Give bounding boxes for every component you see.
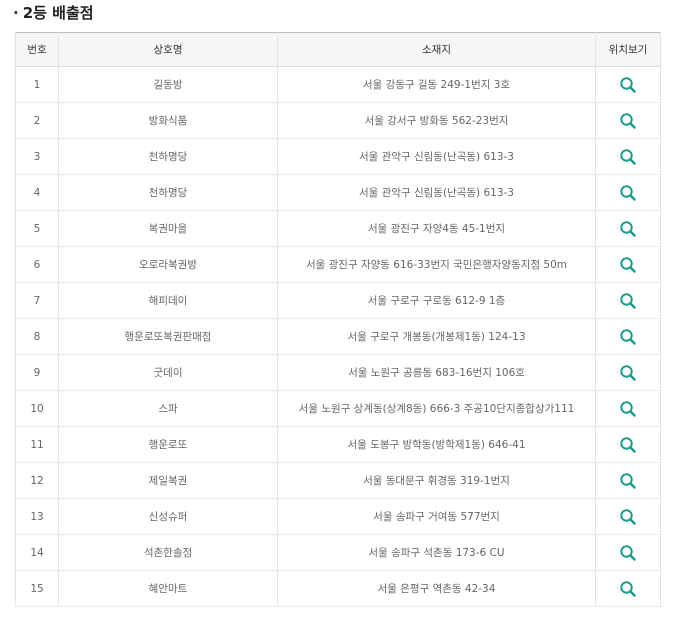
store-name: 스파 [58, 390, 278, 427]
column-header-no: 번호 [15, 32, 59, 67]
table-row: 13 신성슈퍼 서울 송파구 거여동 577번지 [15, 498, 661, 535]
row-number: 6 [15, 246, 59, 283]
search-icon[interactable] [618, 327, 638, 347]
store-name: 신성슈퍼 [58, 498, 278, 535]
search-icon[interactable] [618, 219, 638, 239]
store-name: 복권마을 [58, 210, 278, 247]
store-address: 서울 노원구 공릉동 683-16번지 106호 [277, 354, 596, 391]
column-header-name: 상호명 [58, 32, 278, 67]
store-name: 길동방 [58, 66, 278, 103]
store-address: 서울 동대문구 휘경동 319-1번지 [277, 462, 596, 499]
row-number: 3 [15, 138, 59, 175]
row-number: 2 [15, 102, 59, 139]
search-icon[interactable] [618, 399, 638, 419]
row-number: 7 [15, 282, 59, 319]
table-row: 15 혜안마트 서울 은평구 역촌동 42-34 [15, 570, 661, 607]
store-address: 서울 은평구 역촌동 42-34 [277, 570, 596, 607]
search-icon[interactable] [618, 147, 638, 167]
location-cell [595, 174, 661, 211]
table-row: 14 석촌한솔점 서울 송파구 석촌동 173-6 CU [15, 534, 661, 571]
store-name: 해피데이 [58, 282, 278, 319]
location-cell [595, 246, 661, 283]
table-row: 11 행운로또 서울 도봉구 방학동(방학제1동) 646-41 [15, 426, 661, 463]
table-row: 10 스파 서울 노원구 상계동(상계8동) 666-3 주공10단지종합상가111 [15, 390, 661, 427]
location-cell [595, 210, 661, 247]
store-address: 서울 광진구 자양4동 45-1번지 [277, 210, 596, 247]
search-icon[interactable] [618, 507, 638, 527]
row-number: 10 [15, 390, 59, 427]
store-name: 굿데이 [58, 354, 278, 391]
table-row: 6 오로라복권방 서울 광진구 자양동 616-33번지 국민은행자양동지점 50m [15, 246, 661, 283]
row-number: 15 [15, 570, 59, 607]
location-cell [595, 426, 661, 463]
row-number: 13 [15, 498, 59, 535]
store-address: 서울 구로구 구로동 612-9 1층 [277, 282, 596, 319]
row-number: 11 [15, 426, 59, 463]
search-icon[interactable] [618, 111, 638, 131]
table-row: 12 제일복권 서울 동대문구 휘경동 319-1번지 [15, 462, 661, 499]
location-cell [595, 354, 661, 391]
row-number: 5 [15, 210, 59, 247]
search-icon[interactable] [618, 183, 638, 203]
row-number: 9 [15, 354, 59, 391]
row-number: 1 [15, 66, 59, 103]
location-cell [595, 318, 661, 355]
store-name: 오로라복권방 [58, 246, 278, 283]
search-icon[interactable] [618, 75, 638, 95]
row-number: 14 [15, 534, 59, 571]
location-cell [595, 390, 661, 427]
search-icon[interactable] [618, 255, 638, 275]
store-address: 서울 광진구 자양동 616-33번지 국민은행자양동지점 50m [277, 246, 596, 283]
table-row: 4 천하명당 서울 관악구 신림동(난곡동) 613-3 [15, 174, 661, 211]
location-cell [595, 66, 661, 103]
table-header-row: 번호 상호명 소재지 위치보기 [15, 32, 661, 67]
search-icon[interactable] [618, 471, 638, 491]
location-cell [595, 282, 661, 319]
location-cell [595, 462, 661, 499]
location-cell [595, 534, 661, 571]
store-address: 서울 강서구 방화동 562-23번지 [277, 102, 596, 139]
row-number: 4 [15, 174, 59, 211]
store-name: 혜안마트 [58, 570, 278, 607]
search-icon[interactable] [618, 543, 638, 563]
store-address: 서울 구로구 개봉동(개봉제1동) 124-13 [277, 318, 596, 355]
section-title: · 2등 배출점 [13, 2, 94, 24]
location-cell [595, 498, 661, 535]
column-header-location: 위치보기 [595, 32, 661, 67]
store-address: 서울 도봉구 방학동(방학제1동) 646-41 [277, 426, 596, 463]
winner-store-table: 번호 상호명 소재지 위치보기 1 길동방 서울 강동구 길동 249-1번지 3호… [15, 32, 661, 607]
table-row: 7 해피데이 서울 구로구 구로동 612-9 1층 [15, 282, 661, 319]
table-row: 9 굿데이 서울 노원구 공릉동 683-16번지 106호 [15, 354, 661, 391]
store-address: 서울 송파구 거여동 577번지 [277, 498, 596, 535]
row-number: 8 [15, 318, 59, 355]
store-name: 제일복권 [58, 462, 278, 499]
row-number: 12 [15, 462, 59, 499]
search-icon[interactable] [618, 435, 638, 455]
table-row: 8 행운로또복권판매점 서울 구로구 개봉동(개봉제1동) 124-13 [15, 318, 661, 355]
table-row: 2 방화식품 서울 강서구 방화동 562-23번지 [15, 102, 661, 139]
table-row: 1 길동방 서울 강동구 길동 249-1번지 3호 [15, 66, 661, 103]
location-cell [595, 138, 661, 175]
search-icon[interactable] [618, 291, 638, 311]
store-address: 서울 관악구 신림동(난곡동) 613-3 [277, 138, 596, 175]
table-row: 5 복권마을 서울 광진구 자양4동 45-1번지 [15, 210, 661, 247]
column-header-address: 소재지 [277, 32, 596, 67]
store-name: 방화식품 [58, 102, 278, 139]
store-address: 서울 관악구 신림동(난곡동) 613-3 [277, 174, 596, 211]
location-cell [595, 102, 661, 139]
location-cell [595, 570, 661, 607]
store-name: 천하명당 [58, 174, 278, 211]
store-address: 서울 강동구 길동 249-1번지 3호 [277, 66, 596, 103]
store-name: 천하명당 [58, 138, 278, 175]
section-bullet: · [13, 4, 19, 22]
search-icon[interactable] [618, 363, 638, 383]
store-address: 서울 노원구 상계동(상계8동) 666-3 주공10단지종합상가111 [277, 390, 596, 427]
store-name: 석촌한솔점 [58, 534, 278, 571]
search-icon[interactable] [618, 579, 638, 599]
table-row: 3 천하명당 서울 관악구 신림동(난곡동) 613-3 [15, 138, 661, 175]
store-address: 서울 송파구 석촌동 173-6 CU [277, 534, 596, 571]
section-title-text: 2등 배출점 [22, 4, 94, 22]
store-name: 행운로또복권판매점 [58, 318, 278, 355]
store-name: 행운로또 [58, 426, 278, 463]
